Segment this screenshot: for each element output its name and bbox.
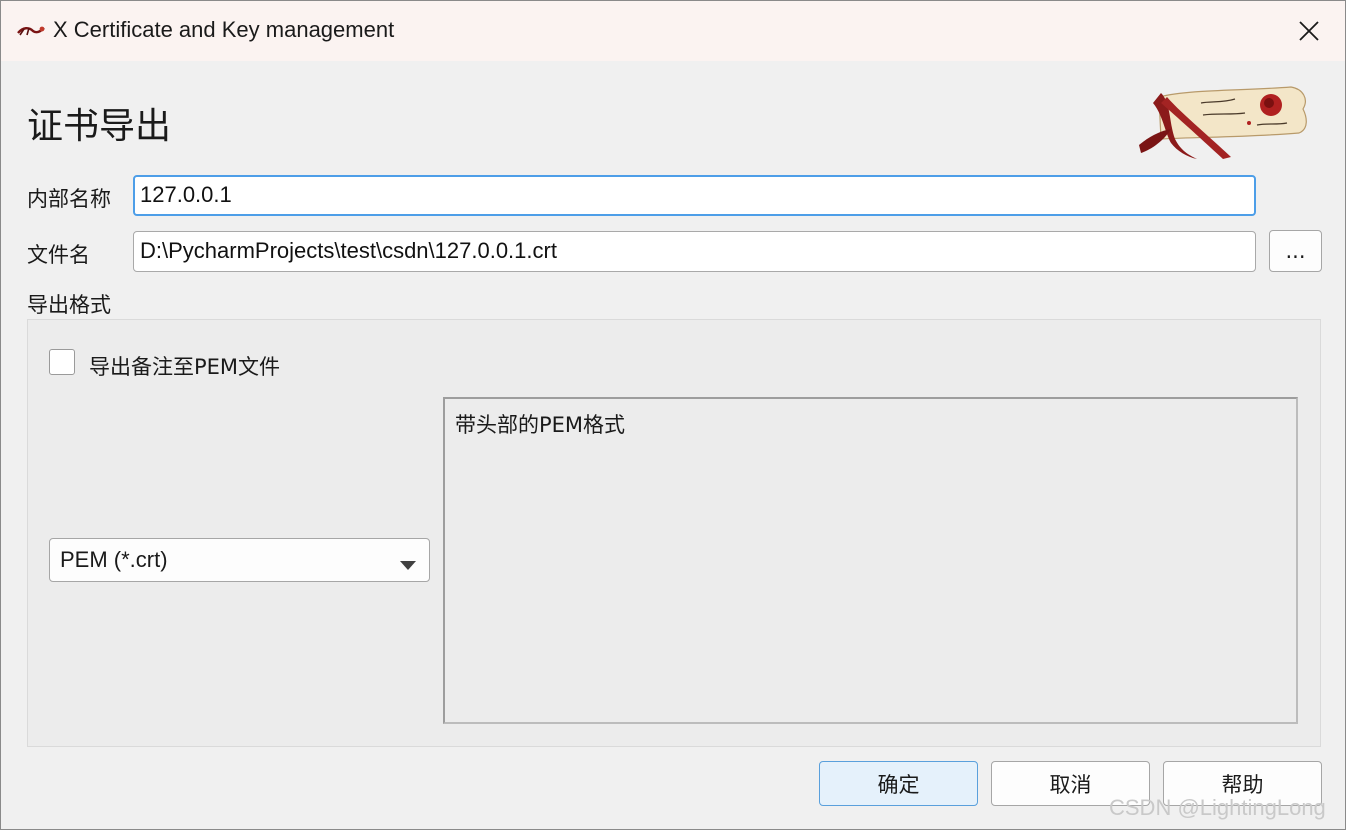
format-select-value: PEM (*.crt) [60,547,168,572]
format-description-box: 带头部的PEM格式 [443,397,1298,724]
scroll-quill-logo [1131,83,1313,163]
filename-label: 文件名 [27,243,90,267]
internal-name-label: 内部名称 [27,187,111,211]
pem-comment-checkbox[interactable] [49,349,75,375]
dialog-window: X Certificate and Key management 证书导出 内部… [0,0,1346,830]
ok-button[interactable]: 确定 [819,761,978,806]
close-icon [1299,21,1319,41]
format-description: 带头部的PEM格式 [455,413,626,437]
window-title: X Certificate and Key management [53,17,395,42]
pem-comment-checkbox-label[interactable]: 导出备注至PEM文件 [89,351,280,381]
format-select[interactable]: PEM (*.crt) [49,538,430,582]
internal-name-input[interactable]: 127.0.0.1 [133,175,1256,216]
chevron-down-icon [400,556,416,570]
page-title: 证书导出 [27,106,172,147]
scroll-logo-icon [15,19,47,43]
close-button[interactable] [1283,9,1335,53]
browse-button[interactable]: ... [1269,230,1322,272]
filename-input[interactable]: D:\PycharmProjects\test\csdn\127.0.0.1.c… [133,231,1256,272]
title-bar: X Certificate and Key management [1,1,1345,61]
export-format-label: 导出格式 [27,293,111,317]
watermark: CSDN @LightingLong [1109,795,1326,820]
